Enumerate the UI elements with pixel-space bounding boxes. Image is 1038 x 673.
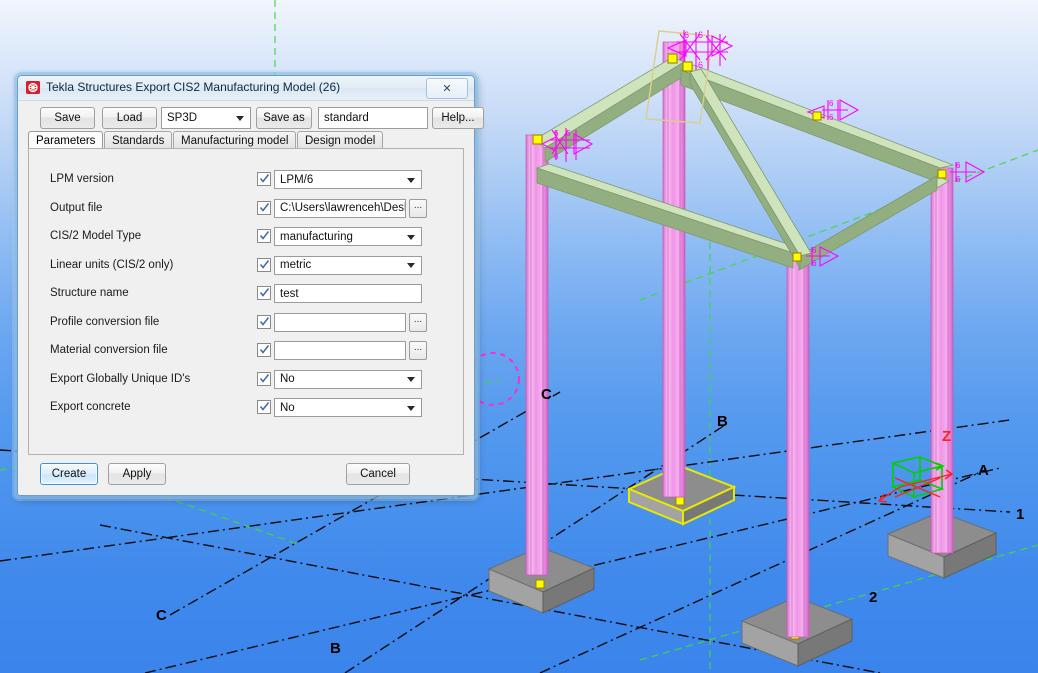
svg-text:6: 6 [684, 30, 689, 40]
preset-select[interactable]: SP3D [161, 107, 251, 129]
help-button[interactable]: Help... [432, 107, 484, 129]
parameter-row: Export concrete No [29, 395, 463, 423]
preset-select-value: SP3D [167, 112, 198, 124]
parameter-label: Export concrete [50, 401, 131, 413]
parameter-label: Profile conversion file [50, 315, 160, 328]
preset-name-value: standard [324, 112, 369, 124]
grid-label-b: B [717, 413, 728, 430]
save-as-button[interactable]: Save as [256, 107, 312, 129]
parameter-row: Export Globally Unique ID's No [29, 367, 463, 395]
parameter-checkbox[interactable] [257, 400, 271, 414]
svg-text:6: 6 [554, 129, 559, 138]
svg-text:6: 6 [698, 60, 703, 70]
svg-text:6: 6 [698, 30, 703, 40]
parameter-checkbox[interactable] [257, 314, 271, 329]
parameter-input[interactable] [274, 341, 406, 360]
close-icon[interactable]: ✕ [426, 78, 468, 99]
parameter-row: CIS/2 Model Type manufacturing [29, 224, 463, 252]
parameter-value: LPM/6 [280, 173, 314, 186]
chevron-down-icon [407, 405, 415, 411]
parameter-checkbox[interactable] [257, 343, 271, 357]
svg-text:6: 6 [812, 259, 817, 268]
dialog-toolbar: Save Load SP3D Save as standard Help... [28, 107, 484, 129]
grid-label-1: 1 [1016, 506, 1024, 523]
parameter-select[interactable]: No [274, 398, 422, 417]
parameter-value: metric [280, 259, 312, 271]
parameter-value: No [280, 401, 295, 414]
grid-label-c2: C [156, 607, 167, 624]
browse-button[interactable]: ... [409, 312, 427, 332]
weld-symbol-cluster: 6 6 6 6 6 6 6 6 6 6 6 6 [532, 30, 986, 268]
export-cis2-manufacturing-model-dialog[interactable]: Tekla Structures Export CIS2 Manufacturi… [17, 75, 484, 496]
parameter-value: C:\Users\lawrenceh\Desktop\t [280, 202, 405, 214]
cancel-button[interactable]: Cancel [346, 463, 410, 485]
parameters-panel: LPM version LPM/6 Output file C:\Users\lawr… [28, 148, 464, 455]
tab-bar: Parameters Standards Manufacturing model De… [28, 131, 464, 150]
parameter-checkbox[interactable] [257, 286, 271, 300]
parameter-row: Linear units (CIS/2 only) metric [29, 253, 463, 281]
parameter-row: Output file C:\Users\lawrenceh\Desktop\t.… [29, 196, 463, 224]
parameter-select[interactable]: metric [274, 255, 422, 275]
chevron-down-icon [407, 377, 415, 382]
parameter-value: test [280, 287, 299, 300]
parameter-row: Structure name test [29, 281, 463, 309]
parameter-checkbox[interactable] [257, 200, 271, 215]
parameter-select[interactable]: manufacturing [274, 227, 422, 246]
parameter-row: Material conversion file... [29, 338, 463, 366]
browse-button[interactable]: ... [409, 198, 427, 218]
parameter-checkbox[interactable] [257, 229, 271, 243]
parameter-checkbox[interactable] [257, 371, 271, 386]
svg-text:6: 6 [812, 246, 817, 255]
dialog-title: Tekla Structures Export CIS2 Manufacturi… [46, 80, 341, 94]
parameter-select[interactable]: LPM/6 [274, 170, 422, 189]
parameter-label: Linear units (CIS/2 only) [50, 258, 174, 271]
dialog-footer: Create Apply Cancel [28, 463, 464, 485]
grid-label-2: 2 [869, 589, 877, 606]
parameter-label: Export Globally Unique ID's [50, 372, 191, 385]
svg-text:6: 6 [829, 99, 834, 108]
load-button[interactable]: Load [102, 107, 157, 129]
dialog-body: Save Load SP3D Save as standard Help... … [22, 102, 484, 491]
browse-button[interactable]: ... [409, 341, 427, 360]
steel-column[interactable] [786, 251, 810, 638]
parameter-input[interactable]: C:\Users\lawrenceh\Desktop\t [274, 198, 406, 218]
svg-text:6: 6 [554, 152, 559, 161]
apply-button[interactable]: Apply [108, 463, 166, 485]
parameter-value: manufacturing [280, 230, 353, 243]
svg-text:6: 6 [566, 129, 571, 138]
steel-column[interactable] [662, 41, 686, 498]
chevron-down-icon [407, 177, 415, 183]
parameter-row: LPM version LPM/6 [29, 167, 463, 195]
svg-text:6: 6 [956, 161, 961, 170]
preset-name-input[interactable]: standard [318, 107, 428, 129]
tekla-logo-icon [26, 81, 40, 94]
chevron-down-icon [407, 263, 415, 268]
parameter-label: LPM version [50, 173, 114, 185]
parameter-label: CIS/2 Model Type [50, 230, 142, 242]
parameter-label: Output file [50, 201, 103, 214]
parameter-checkbox[interactable] [257, 172, 271, 186]
grid-label-a: A [978, 462, 989, 479]
grid-label-c: C [541, 386, 552, 403]
create-button[interactable]: Create [40, 463, 98, 485]
parameter-select[interactable]: No [274, 369, 422, 389]
parameter-row: Profile conversion file... [29, 310, 463, 338]
steel-column[interactable] [525, 134, 549, 576]
grid-label-b2: B [330, 640, 341, 657]
parameter-input[interactable]: test [274, 284, 422, 303]
parameter-value: No [280, 373, 295, 385]
chevron-down-icon [407, 234, 415, 240]
save-button[interactable]: Save [40, 107, 95, 129]
parameter-input[interactable] [274, 312, 406, 332]
dialog-title-bar[interactable]: Tekla Structures Export CIS2 Manufacturi… [18, 76, 474, 101]
parameter-label: Material conversion file [50, 344, 168, 356]
svg-text:6: 6 [829, 113, 834, 122]
chevron-down-icon [236, 116, 244, 121]
parameter-label: Structure name [50, 287, 129, 299]
svg-text:6: 6 [956, 175, 961, 184]
axis-label-z: Z [942, 428, 951, 445]
parameter-checkbox[interactable] [257, 257, 271, 272]
